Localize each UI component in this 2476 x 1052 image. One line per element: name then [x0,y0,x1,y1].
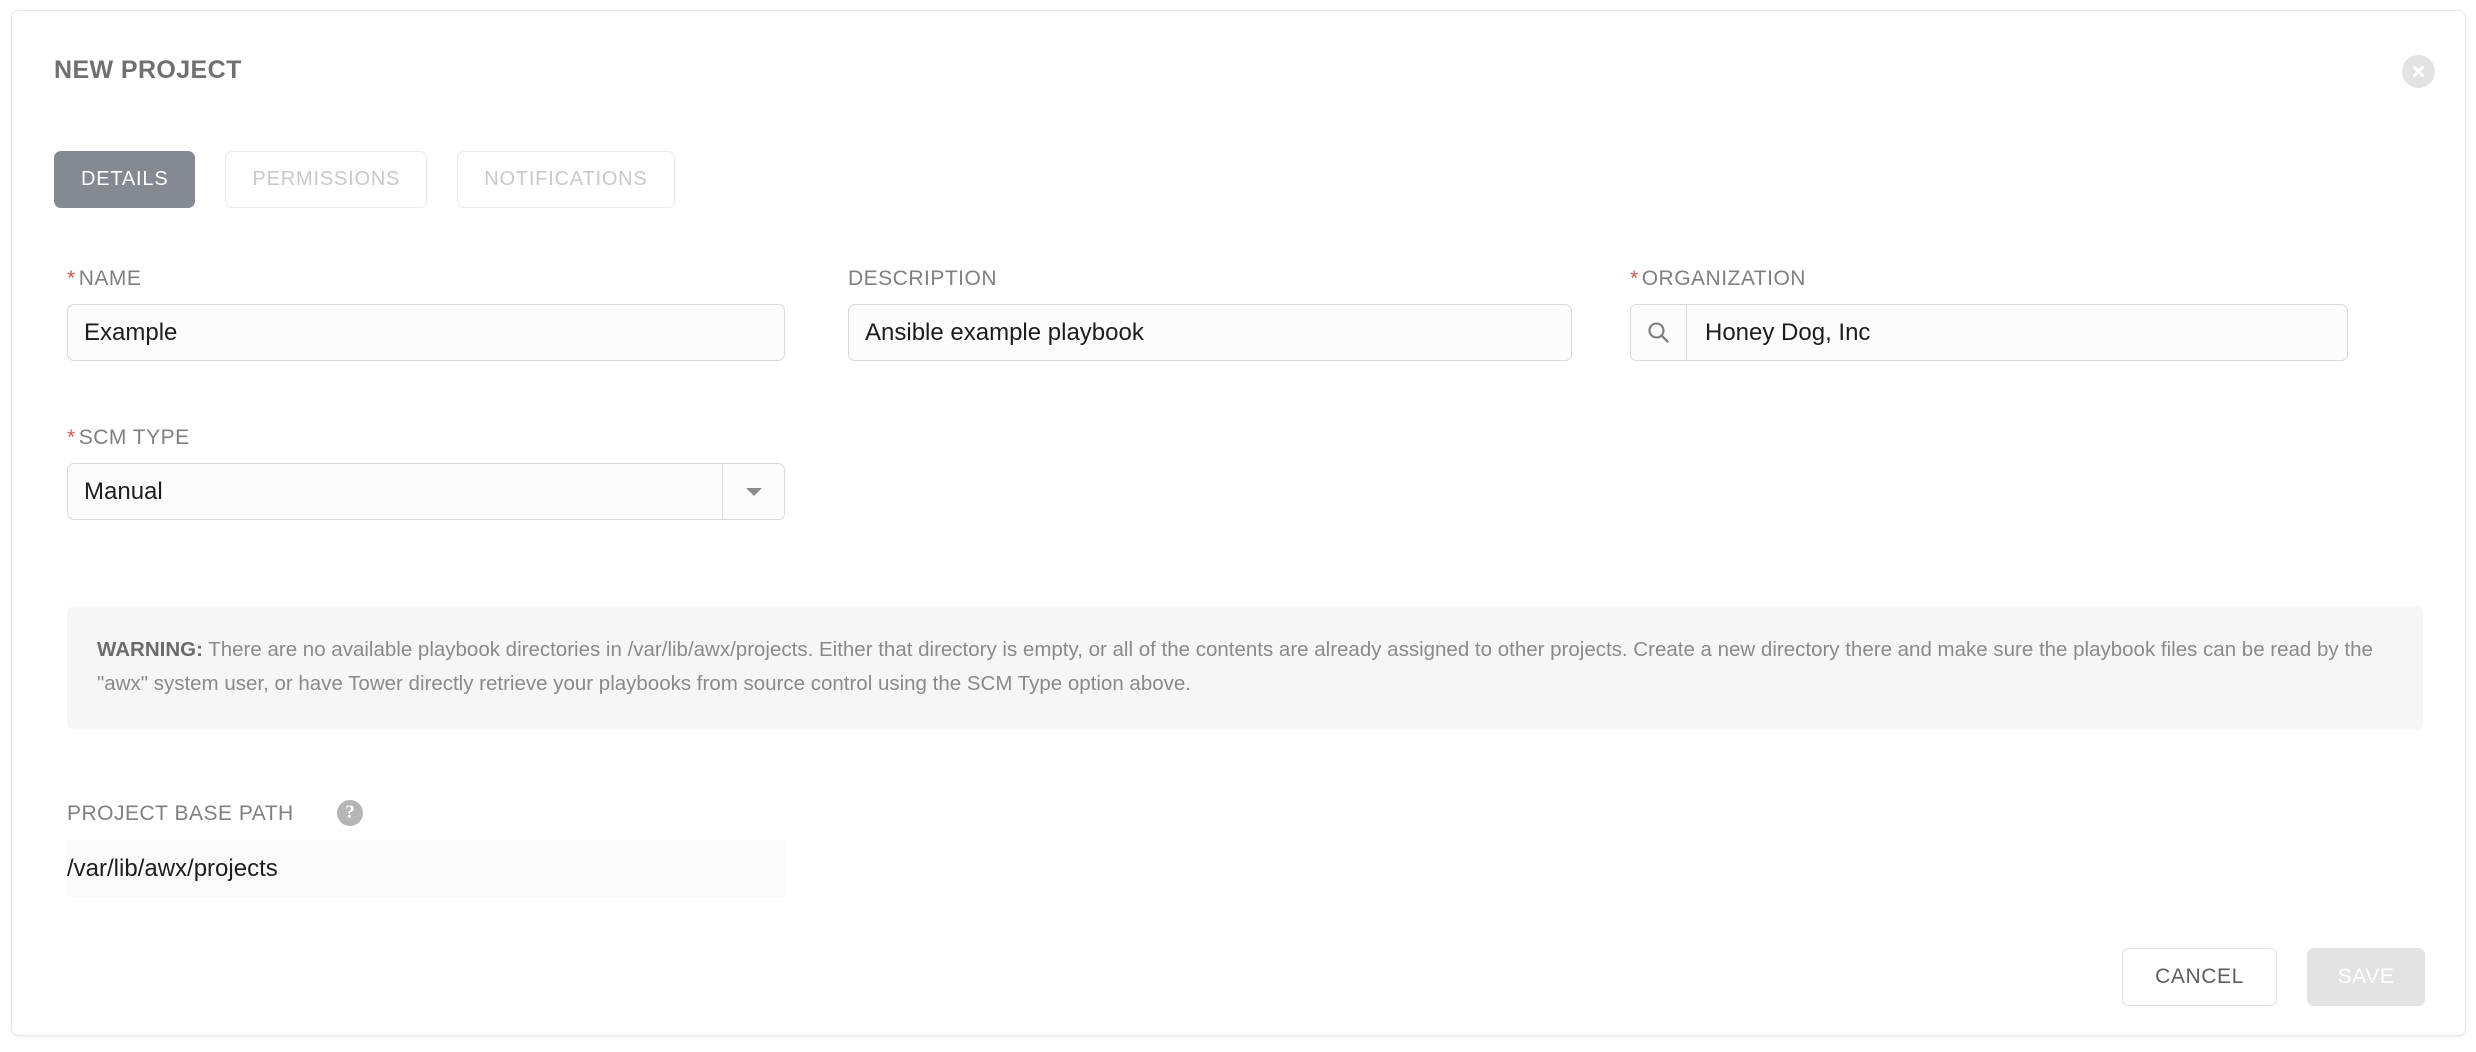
name-input-value: Example [84,318,178,346]
project-base-path-text: /var/lib/awx/projects [67,854,278,882]
search-icon[interactable] [1631,305,1687,360]
tab-bar: DETAILS PERMISSIONS NOTIFICATIONS [54,151,675,208]
project-base-path-label: PROJECT BASE PATH [67,802,294,826]
save-button[interactable]: SAVE [2307,948,2425,1006]
close-icon[interactable] [2402,55,2435,88]
save-button-label: SAVE [2337,965,2395,988]
project-base-path-label-text: PROJECT BASE PATH [67,802,294,825]
new-project-dialog: NEW PROJECT DETAILS PERMISSIONS NOTIFICA… [11,10,2466,1036]
scm-type-selected-value: Manual [84,477,163,505]
description-input-value: Ansible example playbook [865,318,1144,346]
organization-label-text: ORGANIZATION [1641,267,1806,290]
cancel-button-label: CANCEL [2155,965,2244,988]
tab-details[interactable]: DETAILS [54,151,196,208]
warning-prefix: WARNING: [97,638,203,661]
organization-field-label: * ORGANIZATION [1630,267,1806,291]
scm-type-select[interactable]: Manual [67,463,785,520]
scm-type-field-label: * SCM TYPE [67,426,190,450]
organization-input[interactable]: Honey Dog, Inc [1687,305,2347,360]
description-field-label: DESCRIPTION [848,267,997,291]
tab-permissions-label: PERMISSIONS [252,168,401,190]
name-input[interactable]: Example [67,304,785,361]
required-asterisk: * [67,267,76,290]
tab-notifications-label: NOTIFICATIONS [484,168,648,190]
name-label-text: NAME [78,267,142,290]
name-field-label: * NAME [67,267,141,291]
description-input[interactable]: Ansible example playbook [848,304,1572,361]
tab-permissions[interactable]: PERMISSIONS [225,151,428,208]
warning-text: There are no available playbook director… [97,638,2373,695]
description-label-text: DESCRIPTION [848,267,998,290]
organization-lookup: Honey Dog, Inc [1630,304,2348,361]
tab-details-label: DETAILS [81,168,169,190]
question-mark-icon[interactable]: ? [337,800,363,826]
scm-type-label-text: SCM TYPE [78,426,190,449]
warning-message: WARNING: There are no available playbook… [67,607,2423,729]
organization-input-value: Honey Dog, Inc [1705,318,1871,346]
chevron-down-icon[interactable] [722,464,784,519]
page-title: NEW PROJECT [54,56,242,84]
project-base-path-value: /var/lib/awx/projects [67,840,785,897]
cancel-button[interactable]: CANCEL [2122,948,2277,1006]
tab-notifications[interactable]: NOTIFICATIONS [457,151,675,208]
required-asterisk: * [67,426,76,449]
required-asterisk: * [1630,267,1639,290]
